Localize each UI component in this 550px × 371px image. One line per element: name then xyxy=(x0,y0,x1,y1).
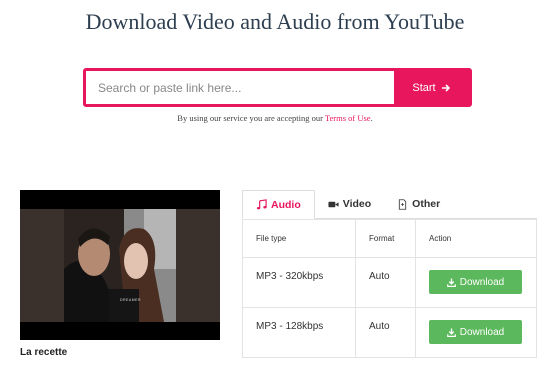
terms-notice: By using our service you are accepting o… xyxy=(0,113,550,123)
header-file-type: File type xyxy=(242,219,356,258)
download-table: File type Format Action MP3 - 320kbps Au… xyxy=(242,219,537,358)
search-input[interactable] xyxy=(86,71,394,104)
action-cell: Download xyxy=(415,307,537,358)
table-row: MP3 - 320kbps Auto Download xyxy=(242,257,537,308)
start-button-label: Start xyxy=(412,81,436,94)
header-format: Format xyxy=(355,219,416,258)
thumbnail-side-left xyxy=(20,209,64,322)
tab-video[interactable]: Video xyxy=(315,190,384,218)
table-row: MP3 - 128kbps Auto Download xyxy=(242,307,537,358)
video-camera-icon xyxy=(328,201,339,207)
download-icon xyxy=(446,327,456,337)
file-type-cell: MP3 - 320kbps xyxy=(242,257,356,308)
download-button[interactable]: Download xyxy=(429,270,522,294)
tab-audio[interactable]: Audio xyxy=(242,190,315,219)
terms-of-use-link[interactable]: Terms of Use xyxy=(325,113,371,123)
thumbnail-side-right xyxy=(176,209,220,322)
file-icon xyxy=(399,198,407,210)
arrow-right-icon xyxy=(441,83,450,92)
tab-video-label: Video xyxy=(342,198,372,210)
format-tabs: Audio Video Other xyxy=(242,190,537,219)
start-button[interactable]: Start xyxy=(394,71,469,104)
tab-audio-label: Audio xyxy=(271,198,301,211)
download-button[interactable]: Download xyxy=(429,320,522,344)
format-cell: Auto xyxy=(355,257,416,308)
video-title: La recette xyxy=(20,347,68,358)
tab-other-label: Other xyxy=(412,198,441,210)
search-bar: Start xyxy=(83,68,472,107)
video-thumbnail[interactable]: DREAMER xyxy=(20,190,220,340)
cover-image: DREAMER xyxy=(64,209,176,322)
action-cell: Download xyxy=(415,257,537,308)
header-action: Action xyxy=(415,219,537,258)
terms-suffix: . xyxy=(370,113,373,123)
download-panel: Audio Video Other File type Format Actio… xyxy=(242,190,537,358)
page-title: Download Video and Audio from YouTube xyxy=(85,9,465,34)
format-cell: Auto xyxy=(355,307,416,358)
terms-text: By using our service you are accepting o… xyxy=(177,113,325,123)
file-type-cell: MP3 - 128kbps xyxy=(242,307,356,358)
svg-text:DREAMER: DREAMER xyxy=(120,298,141,302)
download-button-label: Download xyxy=(459,326,505,338)
tab-other[interactable]: Other xyxy=(384,190,453,218)
music-icon xyxy=(256,199,267,210)
table-header-row: File type Format Action xyxy=(242,219,537,258)
download-icon xyxy=(446,277,456,287)
download-button-label: Download xyxy=(459,276,505,288)
